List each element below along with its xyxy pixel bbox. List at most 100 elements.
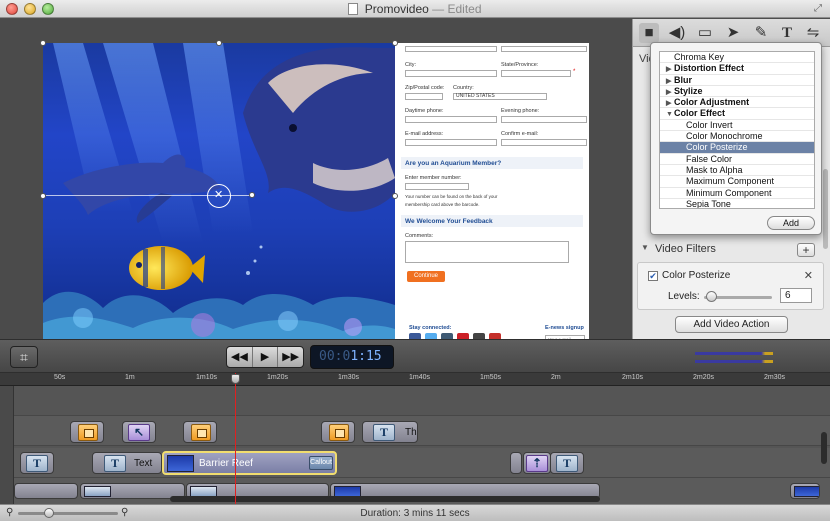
barrier-reef-clip[interactable]: Barrier Reef Callout	[162, 451, 337, 475]
text-clip[interactable]: T	[550, 452, 584, 474]
levels-value-field[interactable]: 6	[780, 288, 812, 303]
crop-icon[interactable]: ⌗	[10, 346, 38, 368]
filter-option-label: Stylize	[674, 85, 703, 96]
popover-add-button[interactable]: Add	[767, 216, 815, 230]
filter-option[interactable]: Maximum Component	[660, 176, 814, 188]
status-bar: ⚲ ⚲ Duration: 3 mins 11 secs	[0, 504, 830, 521]
video-clip[interactable]	[80, 483, 185, 499]
filter-option[interactable]: Minimum Component	[660, 188, 814, 199]
selection-handle-top-mid[interactable]	[216, 40, 222, 46]
text-clip[interactable]: T The	[362, 421, 418, 443]
cursor-icon[interactable]: ➤	[723, 23, 743, 43]
ruler-tick-label: 2m10s	[622, 374, 644, 381]
filter-option[interactable]: Chroma Key	[660, 52, 814, 64]
filter-option[interactable]: Color Invert	[660, 120, 814, 132]
annotation-icon[interactable]: ✎	[751, 23, 771, 43]
playhead-handle[interactable]	[231, 374, 240, 384]
filter-option-label: Minimum Component	[686, 187, 772, 198]
fast-forward-button[interactable]: ▶▶	[278, 347, 303, 367]
text-clip[interactable]: T	[20, 452, 54, 474]
wp-required-star: *	[573, 69, 576, 75]
filter-list[interactable]: Chroma Key ▶ Distortion Effect ▶ Blur ▶ Styliz…	[659, 51, 815, 209]
cursor-clip[interactable]: ↖	[122, 421, 156, 443]
wp-country-label: Country:	[453, 85, 474, 91]
playhead-line[interactable]	[235, 373, 236, 504]
selection-handle-mid-right[interactable]	[392, 193, 398, 199]
wp-continue-button: Continue	[407, 271, 445, 282]
video-clip[interactable]	[790, 483, 820, 499]
text-icon[interactable]: T	[777, 23, 797, 43]
wp-zip-field	[405, 93, 443, 100]
filter-option[interactable]: ▶ Color Adjustment	[660, 97, 814, 109]
ruler-tick-label: 1m50s	[480, 374, 502, 381]
filter-enable-checkbox[interactable]: ✔	[648, 271, 658, 281]
selection-handle-mid-left[interactable]	[40, 193, 46, 199]
text-clip-icon: T	[104, 455, 126, 472]
canvas-area[interactable]: City: State/Province: * Zip/Postal code:…	[0, 19, 632, 352]
wp-eve-phone-label: Evening phone:	[501, 108, 540, 114]
filter-option[interactable]: Sepia Tone	[660, 198, 814, 209]
filter-option[interactable]: Mask to Alpha	[660, 165, 814, 177]
text-clip[interactable]: T Text	[92, 452, 162, 474]
timecode-display[interactable]: 00:01:15 03	[310, 345, 394, 385]
webpage-capture[interactable]: City: State/Province: * Zip/Postal code:…	[395, 43, 589, 349]
add-filter-button[interactable]: +	[797, 243, 815, 257]
wp-confirm-email-field	[501, 139, 587, 146]
levels-slider-knob[interactable]	[706, 291, 717, 302]
callout-clip[interactable]	[70, 421, 104, 443]
timeline-vertical-scrollbar[interactable]	[821, 432, 827, 464]
rotation-handle[interactable]	[249, 192, 255, 198]
clip-thumbnail	[167, 455, 194, 472]
wp-member-number-label: Enter member number:	[405, 175, 462, 181]
wp-member-number-field	[405, 183, 469, 190]
play-button[interactable]: ▶	[253, 347, 279, 367]
fullscreen-icon[interactable]: ⤢	[812, 3, 824, 15]
video-icon[interactable]: ■	[639, 23, 659, 43]
filter-option-label: Sepia Tone	[686, 198, 731, 209]
wp-city-field	[405, 70, 497, 77]
audio-meter-left	[695, 352, 773, 355]
wp-email-label: E-mail address:	[405, 131, 444, 137]
screen-icon[interactable]: ▭	[695, 23, 715, 43]
selection-handle-top-left[interactable]	[40, 40, 46, 46]
cursor-clip[interactable]: ⇡	[523, 452, 551, 474]
filter-option[interactable]: ▶ Distortion Effect	[660, 63, 814, 75]
video-clip[interactable]	[14, 483, 78, 499]
filter-option[interactable]: False Color	[660, 154, 814, 165]
text-clip-icon: T	[373, 424, 395, 441]
wp-state-field	[501, 70, 571, 77]
text-clip-label: The	[405, 427, 417, 438]
center-target-icon[interactable]	[207, 184, 231, 208]
rewind-button[interactable]: ◀◀	[227, 347, 253, 367]
filter-option[interactable]: Color Monochrome	[660, 131, 814, 143]
filter-option[interactable]: ▶ Blur	[660, 75, 814, 86]
callout-icon	[329, 424, 349, 441]
transition-icon[interactable]: ⇋	[803, 23, 823, 43]
small-clip[interactable]	[510, 452, 522, 474]
filter-option[interactable]: ▼Color Effect	[660, 108, 814, 120]
filter-picker-popover: Chroma Key ▶ Distortion Effect ▶ Blur ▶ Styliz…	[650, 42, 822, 235]
wp-day-phone-field	[405, 116, 497, 123]
filter-option[interactable]: Color Posterize	[660, 142, 814, 154]
callout-clip[interactable]	[183, 421, 217, 443]
ruler-tick-label: 2m30s	[764, 374, 786, 381]
audio-icon[interactable]: ◀)	[667, 23, 687, 43]
timeline-ruler[interactable]: 50s 1m 1m10s 1m20s 1m30s 1m40s 1m50s 2m 2m10s 2m2…	[0, 373, 830, 386]
edited-status: — Edited	[432, 2, 482, 16]
clip-thumbnail	[794, 486, 819, 497]
wp-email-field	[405, 139, 497, 146]
ruler-tick-label: 1m30s	[338, 374, 360, 381]
inspector-scrollbar[interactable]	[823, 169, 828, 249]
filter-option-label: Color Effect	[674, 108, 726, 119]
audio-meter-right	[695, 360, 773, 363]
document-icon	[348, 3, 359, 15]
ruler-tick-label: 1m20s	[267, 374, 289, 381]
wp-enews-label: E-news signup	[545, 325, 584, 331]
callout-clip[interactable]	[321, 421, 355, 443]
remove-filter-close-icon[interactable]: ✕	[804, 269, 813, 282]
filter-option-label: False Color	[686, 153, 733, 164]
disclosure-triangle-icon[interactable]: ▼	[641, 243, 649, 252]
filter-option[interactable]: ▶ Stylize	[660, 85, 814, 98]
add-video-action-button[interactable]: Add Video Action	[675, 316, 788, 333]
selection-handle-top-right[interactable]	[392, 40, 398, 46]
